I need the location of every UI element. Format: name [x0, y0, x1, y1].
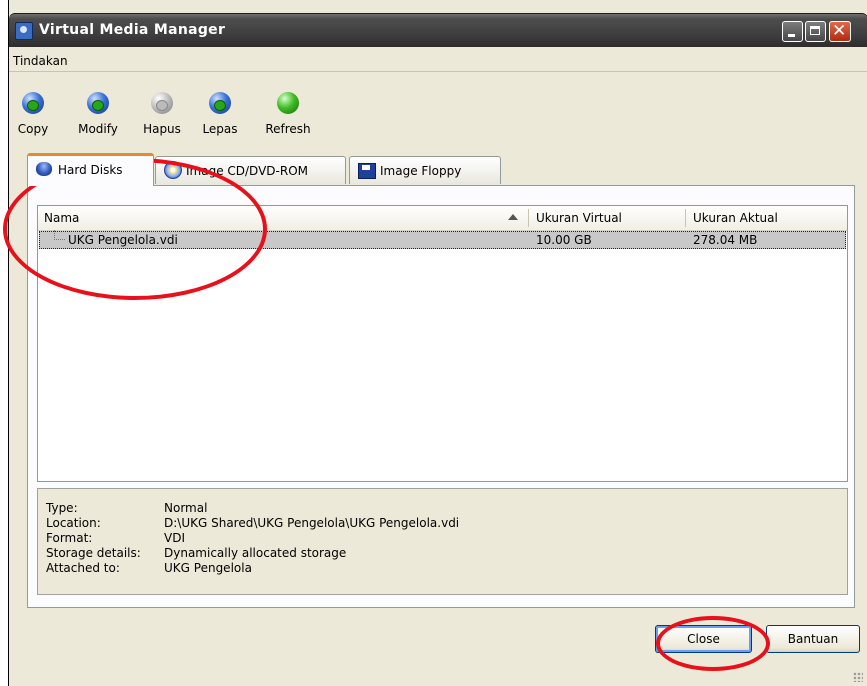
menu-bar: Tindakan	[9, 48, 867, 72]
column-header-ukuran-aktual[interactable]: Ukuran Aktual	[687, 206, 842, 230]
minimize-icon	[788, 34, 795, 37]
tree-connector	[54, 230, 65, 240]
row-ukuran-virtual: 10.00 GB	[536, 233, 592, 247]
modify-button[interactable]: Modify	[73, 92, 123, 144]
menu-tindakan[interactable]: Tindakan	[13, 54, 68, 68]
help-button[interactable]: Bantuan	[766, 625, 860, 653]
hapus-label: Hapus	[143, 122, 181, 136]
hapus-button[interactable]: Hapus	[142, 92, 182, 144]
media-list[interactable]: Nama Ukuran Virtual Ukuran Aktual UKG Pe…	[37, 205, 848, 482]
detail-format: Format: VDI	[46, 531, 185, 545]
release-disk-icon	[209, 92, 231, 114]
floppy-icon	[358, 163, 376, 179]
detail-type: Type: Normal	[46, 501, 208, 515]
lepas-label: Lepas	[202, 122, 238, 136]
detail-location: Location: D:\UKG Shared\UKG Pengelola\UKG…	[46, 516, 460, 530]
refresh-icon	[277, 92, 299, 114]
tab-hard-disks-label: Hard Disks	[58, 163, 123, 177]
hard-disk-icon	[36, 162, 52, 176]
refresh-label: Refresh	[265, 122, 311, 136]
minimize-button[interactable]	[782, 21, 803, 42]
refresh-button[interactable]: Refresh	[261, 92, 315, 144]
tab-image-floppy[interactable]: Image Floppy	[349, 156, 501, 184]
cd-icon	[164, 161, 182, 179]
column-header-nama[interactable]: Nama	[38, 206, 526, 230]
detail-storage: Storage details: Dynamically allocated st…	[46, 546, 347, 560]
tab-hard-disks[interactable]: Hard Disks	[27, 153, 154, 186]
details-panel: Type: Normal Location: D:\UKG Shared\UKG P…	[37, 488, 848, 595]
column-header-ukuran-virtual[interactable]: Ukuran Virtual	[530, 206, 685, 230]
row-nama: UKG Pengelola.vdi	[68, 233, 178, 247]
tab-image-cd[interactable]: Image CD/DVD-ROM	[155, 156, 346, 184]
lepas-button[interactable]: Lepas	[200, 92, 240, 144]
copy-button[interactable]: Copy	[15, 92, 51, 144]
window-title: Virtual Media Manager	[39, 22, 226, 38]
copy-label: Copy	[17, 122, 49, 136]
modify-label: Modify	[78, 122, 118, 136]
close-button[interactable]: Close	[655, 625, 752, 653]
close-window-button[interactable]: ✕	[829, 21, 851, 42]
list-header: Nama Ukuran Virtual Ukuran Aktual	[38, 206, 847, 231]
remove-disk-icon	[151, 92, 173, 114]
detail-attached: Attached to: UKG Pengelola	[46, 561, 252, 575]
tab-image-cd-label: Image CD/DVD-ROM	[186, 164, 309, 178]
sort-ascending-icon	[508, 214, 518, 220]
resize-grip[interactable]	[853, 672, 863, 682]
title-bar[interactable]: Virtual Media Manager ✕	[9, 13, 867, 47]
virtual-media-manager-window: Virtual Media Manager ✕ Tindakan Copy Mo…	[8, 0, 867, 686]
table-row[interactable]: UKG Pengelola.vdi 10.00 GB 278.04 MB	[39, 230, 846, 249]
maximize-icon	[810, 26, 820, 35]
app-icon	[15, 22, 33, 40]
close-icon: ✕	[832, 21, 847, 41]
modify-disk-icon	[87, 92, 109, 114]
copy-disk-icon	[22, 92, 44, 114]
tab-image-floppy-label: Image Floppy	[380, 164, 462, 178]
row-ukuran-aktual: 278.04 MB	[693, 233, 758, 247]
maximize-button[interactable]	[805, 21, 826, 42]
